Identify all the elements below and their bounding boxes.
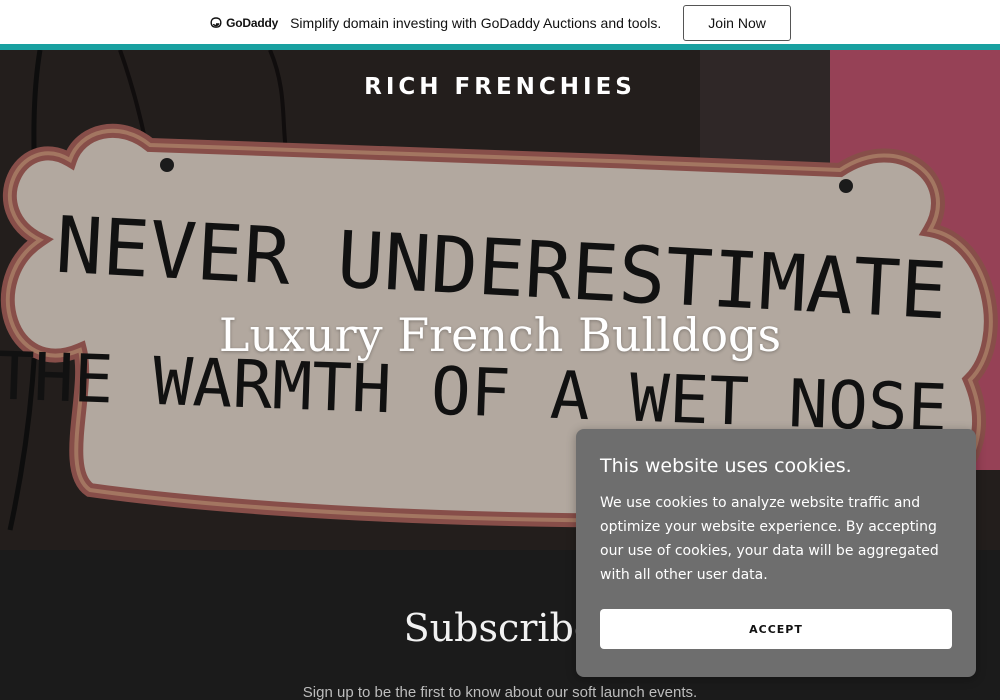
subscribe-subtitle: Sign up to be the first to know about ou… <box>302 684 698 700</box>
cookie-message: We use cookies to analyze website traffi… <box>600 495 939 583</box>
cookie-title: This website uses cookies. <box>600 455 852 477</box>
godaddy-logo-text: GoDaddy <box>226 16 279 30</box>
promo-bar: GoDaddy Simplify domain investing with G… <box>0 0 1000 46</box>
accept-cookies-button[interactable]: ACCEPT <box>600 609 952 649</box>
godaddy-icon <box>210 17 222 28</box>
godaddy-logo[interactable]: GoDaddy <box>209 16 278 30</box>
join-now-button[interactable]: Join Now <box>683 5 791 41</box>
hero-heading: Luxury French Bulldogs <box>218 308 782 362</box>
cookie-banner: This website uses cookies. We use cookie… <box>576 429 976 677</box>
site-title[interactable]: RICH FRENCHIES <box>0 74 1000 100</box>
promo-message: Simplify domain investing with GoDaddy A… <box>290 15 662 31</box>
